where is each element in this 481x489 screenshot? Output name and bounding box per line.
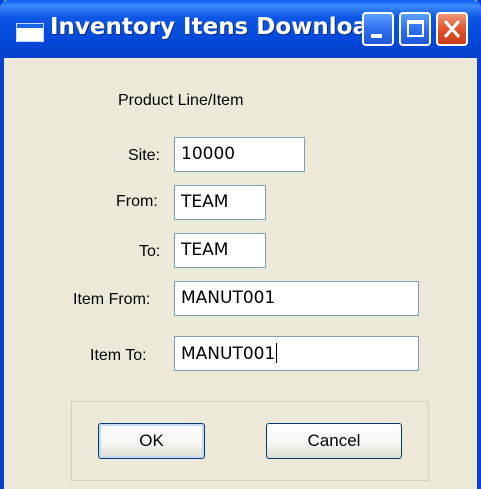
maximize-button[interactable] bbox=[399, 12, 431, 46]
item-to-value: MANUT001 bbox=[181, 344, 276, 364]
close-button[interactable] bbox=[436, 12, 468, 46]
to-label: To: bbox=[139, 243, 161, 260]
site-field[interactable]: 10000 bbox=[174, 137, 305, 172]
item-from-label: Item From: bbox=[73, 291, 151, 308]
title-bar[interactable]: Inventory Itens Download bbox=[0, 0, 481, 58]
item-from-field[interactable]: MANUT001 bbox=[174, 281, 419, 316]
minimize-button[interactable] bbox=[362, 12, 394, 46]
to-field[interactable]: TEAM bbox=[174, 233, 266, 268]
item-to-label: Item To: bbox=[90, 347, 147, 364]
item-to-field[interactable]: MANUT001 bbox=[174, 336, 419, 371]
site-label: Site: bbox=[128, 147, 161, 164]
ok-button[interactable]: OK bbox=[98, 423, 205, 459]
cancel-button[interactable]: Cancel bbox=[266, 423, 402, 459]
text-cursor bbox=[276, 343, 278, 363]
window-app-icon bbox=[16, 23, 44, 42]
close-icon bbox=[443, 20, 461, 38]
dialog-window: Inventory Itens Download Product Line/It… bbox=[0, 0, 481, 489]
minimize-icon bbox=[371, 34, 382, 38]
from-label: From: bbox=[116, 193, 158, 210]
window-title: Inventory Itens Download bbox=[50, 14, 385, 40]
maximize-icon bbox=[407, 20, 424, 37]
product-line-heading: Product Line/Item bbox=[118, 92, 244, 109]
from-field[interactable]: TEAM bbox=[174, 185, 266, 220]
